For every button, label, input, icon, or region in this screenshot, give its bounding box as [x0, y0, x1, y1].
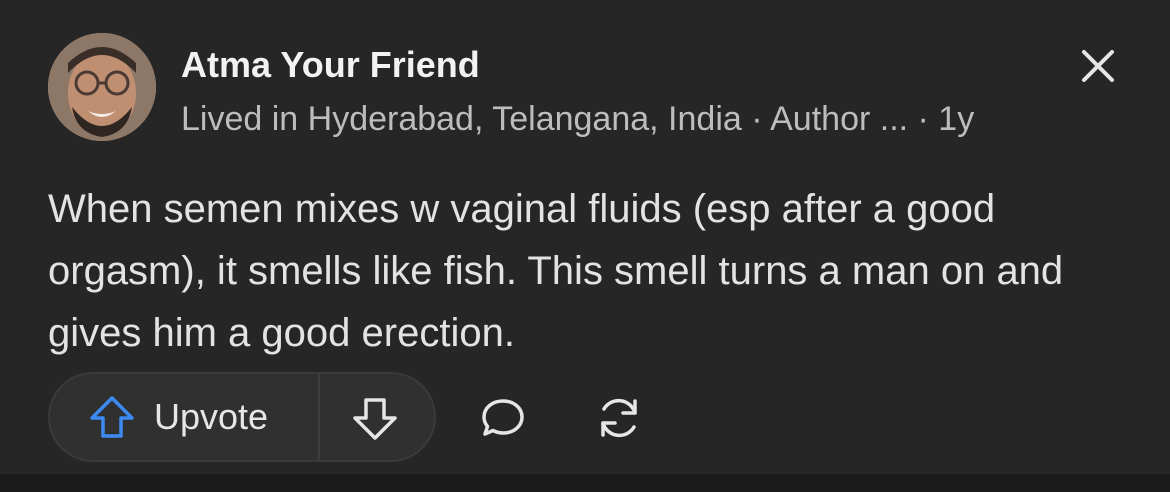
- arrow-down-icon: [353, 398, 397, 440]
- avatar[interactable]: [48, 33, 156, 141]
- close-button[interactable]: [1076, 44, 1120, 88]
- author-credential: Lived in Hyderabad, Telangana, India · A…: [181, 100, 975, 138]
- reshare-button[interactable]: [592, 393, 646, 443]
- author-name[interactable]: Atma Your Friend: [181, 44, 480, 86]
- close-icon: [1082, 50, 1114, 82]
- upvote-button[interactable]: Upvote: [50, 374, 318, 460]
- vote-group: Upvote: [48, 372, 436, 462]
- bottom-edge: [0, 474, 1170, 492]
- avatar-photo: [48, 33, 156, 141]
- comment-bubble-icon: [482, 399, 524, 436]
- downvote-button[interactable]: [320, 374, 434, 460]
- answer-card: Atma Your Friend Lived in Hyderabad, Tel…: [0, 0, 1170, 474]
- arrow-up-icon: [90, 396, 134, 438]
- answer-text: When semen mixes w vaginal fluids (esp a…: [48, 187, 1064, 355]
- comment-button[interactable]: [478, 393, 528, 443]
- upvote-label: Upvote: [154, 396, 269, 437]
- reshare-icon: [601, 398, 637, 438]
